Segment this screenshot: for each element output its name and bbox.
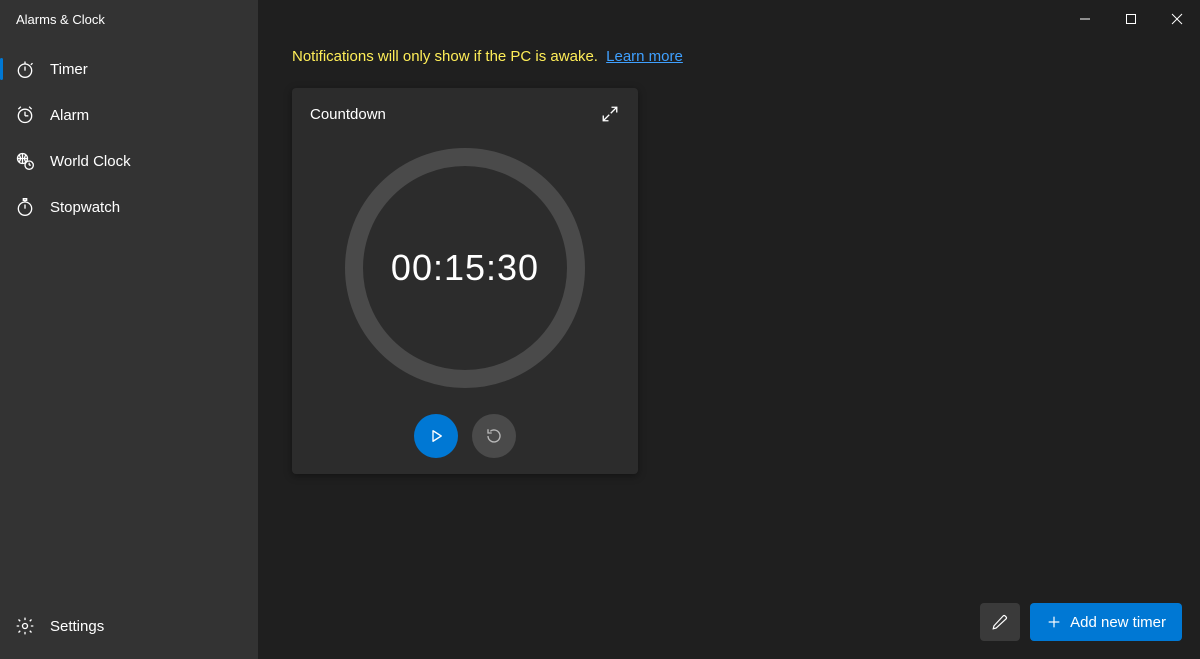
sidebar-item-label: Timer xyxy=(50,61,88,78)
pencil-icon xyxy=(991,613,1009,631)
sidebar-item-settings[interactable]: Settings xyxy=(0,603,258,649)
play-button[interactable] xyxy=(414,414,458,458)
alarm-icon xyxy=(14,104,36,126)
sidebar-item-stopwatch[interactable]: Stopwatch xyxy=(0,184,258,230)
timer-card: Countdown 00:15:30 xyxy=(292,88,638,474)
reset-button[interactable] xyxy=(472,414,516,458)
sidebar-item-label: Settings xyxy=(50,618,104,635)
plus-icon xyxy=(1046,614,1062,630)
timer-title: Countdown xyxy=(310,106,386,123)
sidebar-item-label: Stopwatch xyxy=(50,199,120,216)
world-clock-icon xyxy=(14,150,36,172)
window-controls xyxy=(1062,0,1200,38)
sidebar-item-world-clock[interactable]: World Clock xyxy=(0,138,258,184)
play-icon xyxy=(427,427,445,445)
timer-icon xyxy=(14,58,36,80)
close-button[interactable] xyxy=(1154,0,1200,38)
stopwatch-icon xyxy=(14,196,36,218)
minimize-icon xyxy=(1079,13,1091,25)
timer-card-header: Countdown xyxy=(292,88,638,126)
timer-controls xyxy=(292,414,638,458)
main-content: Notifications will only show if the PC i… xyxy=(258,0,1200,659)
add-new-timer-label: Add new timer xyxy=(1070,614,1166,631)
gear-icon xyxy=(14,615,36,637)
learn-more-link[interactable]: Learn more xyxy=(606,48,683,65)
sidebar-item-label: World Clock xyxy=(50,153,131,170)
timer-ring[interactable]: 00:15:30 xyxy=(345,148,585,388)
app-title: Alarms & Clock xyxy=(0,12,105,27)
notification-banner: Notifications will only show if the PC i… xyxy=(292,48,683,65)
maximize-button[interactable] xyxy=(1108,0,1154,38)
edit-timers-button[interactable] xyxy=(980,603,1020,641)
sidebar-item-timer[interactable]: Timer xyxy=(0,46,258,92)
maximize-icon xyxy=(1125,13,1137,25)
titlebar: Alarms & Clock xyxy=(0,0,1200,38)
expand-button[interactable] xyxy=(598,102,622,126)
sidebar-bottom: Settings xyxy=(0,603,258,649)
add-new-timer-button[interactable]: Add new timer xyxy=(1030,603,1182,641)
bottom-toolbar: Add new timer xyxy=(980,603,1182,641)
timer-time: 00:15:30 xyxy=(345,148,585,388)
close-icon xyxy=(1171,13,1183,25)
sidebar-item-label: Alarm xyxy=(50,107,89,124)
nav-list: Timer Alarm World Clock xyxy=(0,46,258,230)
sidebar-item-alarm[interactable]: Alarm xyxy=(0,92,258,138)
reset-icon xyxy=(485,427,503,445)
sidebar: Timer Alarm World Clock xyxy=(0,0,258,659)
notification-message: Notifications will only show if the PC i… xyxy=(292,48,598,65)
minimize-button[interactable] xyxy=(1062,0,1108,38)
expand-icon xyxy=(601,105,619,123)
